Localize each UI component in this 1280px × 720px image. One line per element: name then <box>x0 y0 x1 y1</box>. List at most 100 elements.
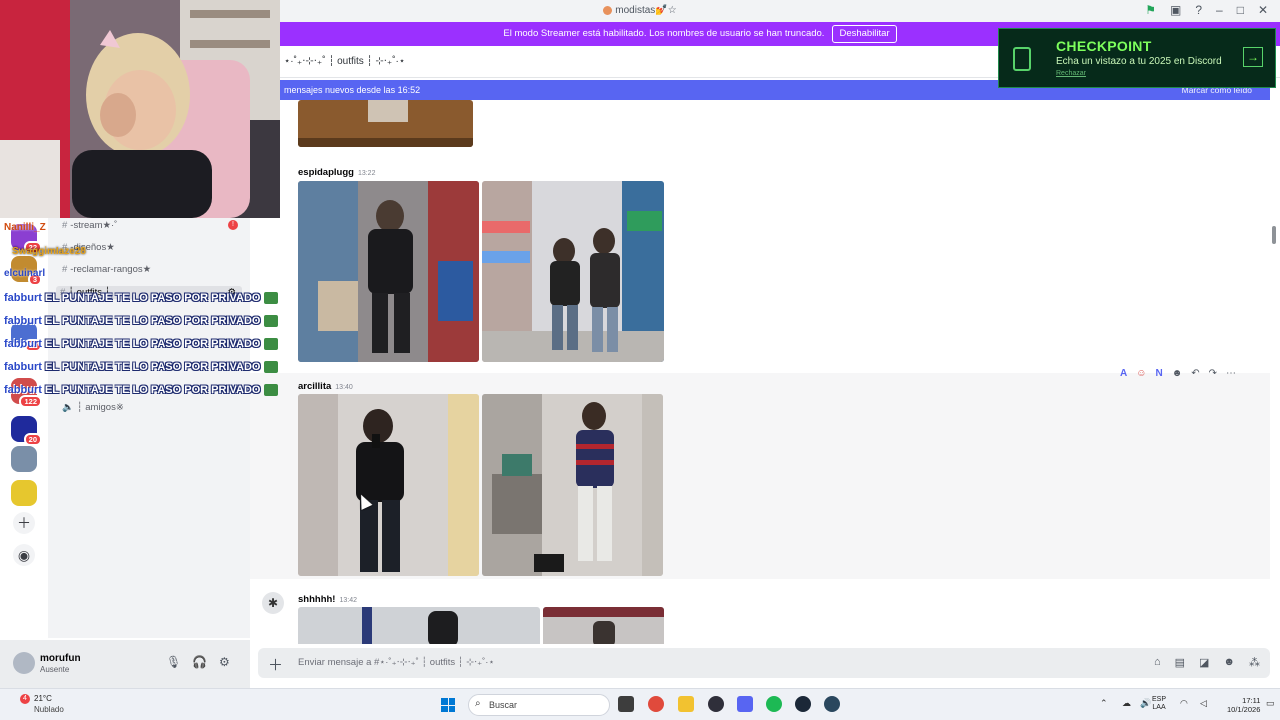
emoji-icon[interactable]: ☻ <box>1172 368 1183 379</box>
avatar[interactable] <box>13 652 35 674</box>
add-server-icon[interactable]: ＋ <box>13 512 35 534</box>
apps-icon[interactable]: ⁂ <box>1249 656 1260 669</box>
speaker-icon[interactable]: ◁ <box>1200 698 1207 709</box>
user-status: Ausente <box>40 665 70 674</box>
steam-icon[interactable] <box>824 696 840 712</box>
server-icon[interactable]: 20 <box>11 416 42 446</box>
gif-icon[interactable]: ▤ <box>1175 656 1185 669</box>
author-avatar[interactable]: ✱ <box>262 592 284 614</box>
promo-dismiss-link[interactable]: Rechazar <box>1056 70 1086 77</box>
photo-image <box>298 100 473 147</box>
inbox-icon[interactable]: ▣ <box>1170 3 1181 17</box>
weather-condition: Nublado <box>34 705 64 714</box>
emote-icon <box>264 384 279 397</box>
photo-image <box>298 607 540 644</box>
stream-chat-line: fabburt EL PUNTAJE TE LO PASO POR PRIVADO <box>4 338 314 358</box>
windows-start-icon[interactable] <box>441 698 455 712</box>
gift-icon[interactable]: ⌂ <box>1154 656 1161 669</box>
discord-icon[interactable] <box>737 696 753 712</box>
streamer-banner-text: El modo Streamer está habilitado. Los no… <box>503 28 825 39</box>
spotify-icon[interactable] <box>766 696 782 712</box>
unread-badge: ! <box>228 220 238 230</box>
network-icon[interactable]: ☁ <box>1122 698 1131 709</box>
minimize-icon[interactable]: – <box>1216 3 1223 17</box>
message-timestamp: 13:40 <box>335 384 353 391</box>
flag-icon[interactable]: ⚑ <box>1145 3 1156 17</box>
channel-item[interactable]: # -stream★·˚ <box>62 220 117 231</box>
app-icon[interactable] <box>708 696 724 712</box>
server-icon <box>603 5 613 15</box>
overlay-name: elcuinarl <box>4 268 46 279</box>
hash-icon: # <box>62 220 68 231</box>
channel-title: ⋆·˚₊‧⊹‧₊˚ ┆ outfits ┆ ⊹‧₊˚·⋆ <box>284 56 406 67</box>
forward-icon[interactable]: ↷ <box>1209 368 1217 379</box>
emoji-picker-icon[interactable]: ☻ <box>1223 656 1235 669</box>
stream-chat-line: fabburt EL PUNTAJE TE LO PASO POR PRIVADO <box>4 315 314 335</box>
photo-image <box>298 181 479 362</box>
emote-icon <box>264 292 279 305</box>
message-photo[interactable] <box>482 181 664 362</box>
message-composer[interactable]: ＋ Enviar mensaje a #⋆·˚₊‧⊹‧₊˚ ┆ outfits … <box>258 648 1270 678</box>
checkpoint-promo[interactable]: CHECKPOINT Echa un vistazo a tu 2025 en … <box>998 28 1276 88</box>
server-icon[interactable] <box>11 446 37 472</box>
reply-icon[interactable]: ↶ <box>1191 368 1199 379</box>
message-author[interactable]: shhhhh! 13:42 <box>298 594 357 605</box>
language-indicator[interactable]: ESP LAA <box>1152 696 1166 712</box>
weather-alert-icon: 4 <box>20 694 30 704</box>
taskbar: 4 21°C Nublado ⌕ Buscar ⌃ ☁ 🔊 ESP LAA ◠ ◁… <box>0 688 1280 720</box>
user-name[interactable]: morufun <box>40 653 81 664</box>
close-icon[interactable]: ✕ <box>1258 3 1268 17</box>
promo-subtitle: Echa un vistazo a tu 2025 en Discord <box>1056 56 1222 67</box>
message-toolbar: A ☺ N ☻ ↶ ↷ ⋯ <box>1120 368 1236 379</box>
hash-icon: # <box>62 264 68 275</box>
weather-temp: 21°C <box>34 694 52 703</box>
search-icon: ⌕ <box>475 698 481 709</box>
system-tray: ⌃ ☁ 🔊 ESP LAA ◠ ◁ 17:11 10/1/2026 ▭ <box>1090 689 1280 720</box>
new-messages-label: mensajes nuevos desde las 16:52 <box>284 85 421 95</box>
arrow-right-icon[interactable]: → <box>1243 47 1263 67</box>
server-icon[interactable] <box>11 480 37 506</box>
file-icon[interactable] <box>618 696 634 712</box>
steam-icon[interactable] <box>795 696 811 712</box>
wifi-icon[interactable]: ◠ <box>1180 698 1188 709</box>
explore-icon[interactable]: ◉ <box>13 544 35 566</box>
chevron-up-icon[interactable]: ⌃ <box>1100 698 1108 709</box>
chrome-icon[interactable] <box>648 696 664 712</box>
maximize-icon[interactable]: □ <box>1237 3 1244 17</box>
message-input[interactable]: Enviar mensaje a #⋆·˚₊‧⊹‧₊˚ ┆ outfits ┆ … <box>298 657 494 668</box>
notification-icon[interactable]: ▭ <box>1266 698 1275 709</box>
reaction-icon[interactable]: ☺ <box>1136 368 1146 379</box>
more-icon[interactable]: ⋯ <box>1226 368 1236 379</box>
message-list[interactable]: espidaplugg 13:22 A ☺ N ☻ ↶ ↷ ⋯ arcillit… <box>250 100 1270 644</box>
user-settings-icon[interactable]: ⚙ <box>219 655 230 669</box>
webcam-overlay <box>0 0 280 218</box>
nitro-icon[interactable]: N <box>1155 368 1162 379</box>
stream-chat-line: fabburt EL PUNTAJE TE LO PASO POR PRIVADO <box>4 384 314 404</box>
message-photo[interactable] <box>298 607 540 644</box>
user-panel: morufun Ausente 🎙 🎧 ⚙ <box>0 640 250 688</box>
message-photo[interactable] <box>543 607 664 644</box>
channel-item[interactable]: # -reclamar-rangos★ <box>62 264 151 275</box>
search-placeholder: Buscar <box>489 700 518 710</box>
disable-streamer-button[interactable]: Deshabilitar <box>832 25 897 43</box>
add-attachment-icon[interactable]: ＋ <box>268 654 283 675</box>
message-photo[interactable] <box>298 394 479 576</box>
sticker-icon[interactable]: ◪ <box>1199 656 1209 669</box>
message-photo[interactable] <box>298 100 473 147</box>
clock[interactable]: 17:11 10/1/2026 <box>1227 696 1260 714</box>
scrollbar-thumb[interactable] <box>1272 226 1276 244</box>
volume-icon[interactable]: 🔊 <box>1140 698 1151 709</box>
folder-icon[interactable] <box>678 696 694 712</box>
emote-icon <box>264 315 279 328</box>
message-photo[interactable] <box>298 181 479 362</box>
headphones-icon[interactable]: 🎧 <box>192 655 207 669</box>
photo-image <box>482 394 663 576</box>
translate-icon[interactable]: A <box>1120 368 1127 379</box>
channel-sidebar: # -stream★·˚ # -diseños★ # -reclamar-rangos… <box>48 218 250 638</box>
microphone-icon[interactable]: 🎙 <box>166 655 181 669</box>
help-icon[interactable]: ? <box>1195 3 1202 17</box>
message-timestamp: 13:22 <box>357 170 376 177</box>
message-photo[interactable] <box>482 394 663 576</box>
message-author[interactable]: espidaplugg 13:22 <box>298 167 375 178</box>
taskbar-search[interactable]: ⌕ Buscar <box>468 694 610 716</box>
